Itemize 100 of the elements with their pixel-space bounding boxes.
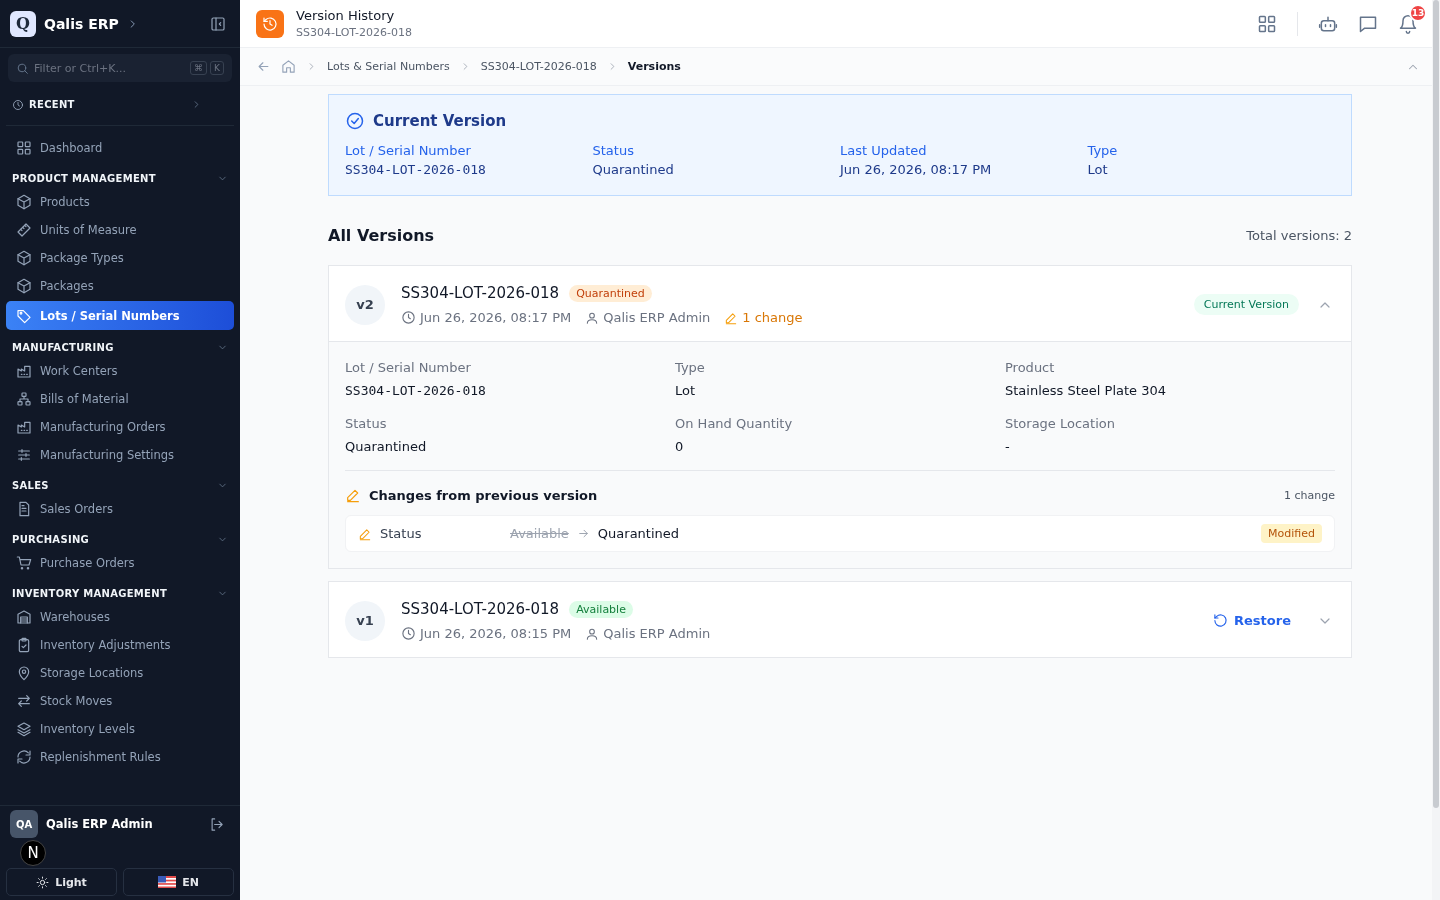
user-name: Qalis ERP Admin: [46, 817, 153, 831]
section-header[interactable]: SALES: [6, 473, 234, 495]
status-tag: Quarantined: [569, 284, 652, 302]
language-button[interactable]: EN: [123, 868, 234, 896]
status-tag: Available: [569, 600, 633, 618]
change-count: 1 change: [742, 310, 803, 325]
version-serial: SS304-LOT-2026-018: [401, 600, 560, 618]
sliders-icon: [16, 447, 32, 463]
field-value: 0: [675, 439, 685, 454]
pencil-icon: [724, 310, 739, 325]
flag-icon: [158, 876, 177, 888]
field-label: Lot / Serial Number: [345, 360, 472, 375]
cube-icon: [16, 278, 32, 294]
breadcrumb-link[interactable]: Lots & Serial Numbers: [327, 60, 450, 73]
clock-icon: [401, 310, 416, 325]
dev-indicator[interactable]: N: [20, 840, 46, 866]
app-name: Qalis ERP: [44, 15, 119, 32]
cube-icon: [16, 194, 32, 210]
theme-button[interactable]: Light: [6, 868, 117, 896]
nav-item[interactable]: Warehouses: [6, 603, 234, 631]
app-logo: Q: [10, 10, 36, 37]
field-label: Storage Location: [1005, 416, 1116, 431]
nav-item[interactable]: Stock Moves: [6, 687, 234, 715]
nav-item[interactable]: Inventory Levels: [6, 715, 234, 743]
user-icon: [585, 626, 600, 641]
field-label: On Hand Quantity: [675, 416, 794, 431]
author-name: Qalis ERP Admin: [603, 626, 711, 641]
back-arrow-icon[interactable]: [256, 59, 271, 74]
version-serial: SS304-LOT-2026-018: [401, 284, 560, 302]
version-count: Total versions: 2: [1246, 228, 1352, 243]
restore-icon: [1213, 613, 1229, 628]
field-value: SS304-LOT-2026-018: [345, 162, 487, 177]
nav-item[interactable]: Package Types: [6, 244, 234, 272]
section-title: All Versions: [328, 226, 435, 245]
dashboard-icon: [16, 140, 32, 156]
field-value: Stainless Steel Plate 304: [1005, 383, 1167, 398]
logout-icon[interactable]: [209, 816, 224, 832]
cart-icon: [16, 555, 32, 571]
field-label: Lot / Serial Number: [345, 143, 472, 158]
refresh-icon: [16, 749, 32, 765]
apps-grid-icon[interactable]: [1257, 13, 1277, 34]
nav-item[interactable]: Work Centers: [6, 357, 234, 385]
warehouse-icon: [16, 609, 32, 625]
nav-item[interactable]: Purchase Orders: [6, 549, 234, 577]
section-header[interactable]: MANUFACTURING: [6, 335, 234, 357]
nav-item[interactable]: Dashboard: [6, 134, 234, 162]
pencil-icon: [345, 487, 361, 503]
home-icon[interactable]: [281, 59, 296, 74]
timestamp: Jun 26, 2026, 08:17 PM: [420, 310, 572, 325]
field-value: -: [1005, 439, 1011, 454]
ruler-icon: [16, 222, 32, 238]
version-badge: v2: [345, 284, 385, 325]
clock-icon: [12, 98, 24, 111]
user-icon: [585, 310, 600, 325]
search-icon: [16, 62, 29, 75]
clipboard-icon: [16, 637, 32, 653]
factory-icon: [16, 363, 32, 379]
section-header[interactable]: INVENTORY MANAGEMENT: [6, 581, 234, 603]
field-value: Jun 26, 2026, 08:17 PM: [840, 162, 993, 177]
document-icon: [16, 501, 32, 517]
location-pin-icon: [16, 665, 32, 681]
section-header[interactable]: PURCHASING: [6, 527, 234, 549]
breadcrumb-link[interactable]: SS304-LOT-2026-018: [480, 60, 597, 73]
sun-icon: [36, 875, 50, 889]
nav-item[interactable]: Sales Orders: [6, 495, 234, 523]
change-count: 1 change: [1284, 488, 1335, 502]
nav-item[interactable]: Packages: [6, 272, 234, 300]
recent-toggle[interactable]: RECENT: [6, 94, 234, 126]
nav-item[interactable]: Lots / Serial Numbers: [6, 301, 234, 330]
nav-item[interactable]: Manufacturing Settings: [6, 441, 234, 469]
nav-item[interactable]: Products: [6, 188, 234, 216]
nav-item[interactable]: Inventory Adjustments: [6, 631, 234, 659]
change-tag: Modified: [1261, 524, 1322, 543]
clock-icon: [401, 626, 416, 641]
restore-button[interactable]: Restore: [1205, 613, 1299, 628]
nav-item[interactable]: Manufacturing Orders: [6, 413, 234, 441]
cube-icon: [16, 250, 32, 266]
old-value: Available: [510, 526, 569, 541]
section-header[interactable]: PRODUCT MANAGEMENT: [6, 166, 234, 188]
change-field: Status: [380, 526, 502, 541]
new-value: Quarantined: [597, 526, 680, 541]
page-subtitle: SS304-LOT-2026-018: [296, 26, 412, 39]
recent-label: RECENT: [29, 99, 75, 110]
field-label: Status: [345, 416, 388, 431]
nav-item[interactable]: Replenishment Rules: [6, 743, 234, 771]
layers-icon: [16, 721, 32, 737]
user-avatar: QA: [10, 810, 38, 838]
field-value: Quarantined: [592, 162, 675, 177]
field-label: Type: [1087, 143, 1119, 158]
shortcut-key: ⌘: [190, 61, 208, 75]
changes-title: Changes from previous version: [369, 487, 598, 503]
nav-item[interactable]: Bills of Material: [6, 385, 234, 413]
scrollbar[interactable]: [1432, 0, 1440, 900]
nav-item[interactable]: Storage Locations: [6, 659, 234, 687]
panel-title: Current Version: [373, 112, 507, 130]
field-label: Type: [675, 360, 706, 375]
factory-icon: [16, 419, 32, 435]
hierarchy-icon: [16, 391, 32, 407]
collapse-sidebar-icon[interactable]: [210, 15, 226, 32]
nav-item[interactable]: Units of Measure: [6, 216, 234, 244]
